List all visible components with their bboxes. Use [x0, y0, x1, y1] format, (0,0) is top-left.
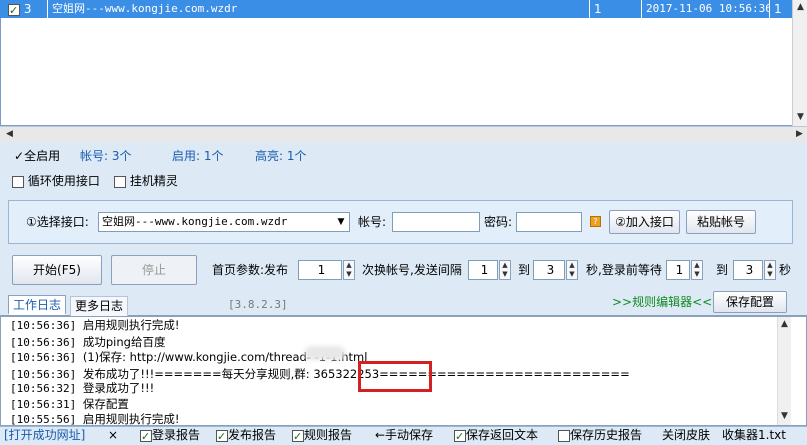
account-input[interactable] — [392, 212, 480, 232]
save-history-report-checkbox[interactable]: 保存历史报告 — [558, 427, 642, 444]
scroll-left-icon[interactable]: ◀ — [2, 129, 17, 139]
wait-from-input[interactable]: 1 — [666, 260, 690, 280]
paste-account-button[interactable]: 粘贴帐号 — [686, 210, 756, 234]
start-button[interactable]: 开始(F5) — [12, 255, 102, 285]
tab-work-log[interactable]: 工作日志 — [8, 295, 67, 315]
list-horizontal-scrollbar[interactable]: ◀ ▶ — [0, 126, 807, 142]
table-row[interactable]: 3 空姐网---www.kongjie.com.wzdr 1 2017-11-0… — [0, 0, 792, 18]
interval-to-stepper[interactable]: ▲ ▼ — [566, 260, 578, 280]
close-icon[interactable]: × — [108, 427, 118, 444]
publish-report-checkbox[interactable]: 发布报告 — [216, 427, 276, 445]
accounts-count: 帐号: 3个 — [80, 149, 132, 163]
log-line: [10:56:32] 登录成功了!!! — [10, 381, 155, 395]
row-name: 空姐网---www.kongjie.com.wzdr — [48, 0, 590, 18]
hang-elf-checkbox[interactable]: 挂机精灵 — [114, 172, 178, 190]
account-list[interactable] — [0, 0, 807, 126]
scroll-down-icon[interactable]: ▼ — [778, 411, 791, 421]
stop-button[interactable]: 停止 — [111, 255, 197, 285]
log-line: [10:56:36] 启用规则执行完成! — [10, 318, 180, 332]
interval-to-input[interactable]: 3 — [533, 260, 565, 280]
rules-report-checkbox[interactable]: 规则报告 — [292, 427, 352, 445]
rules-editor-link[interactable]: >>规则编辑器<< — [612, 294, 712, 310]
highlight-count: 高亮: 1个 — [255, 149, 307, 163]
login-wait-label: 秒,登录前等待 — [586, 263, 662, 277]
enable-all-link[interactable]: ✓全启用 — [14, 148, 60, 164]
select-interface-label: ①选择接口: — [26, 215, 89, 229]
loop-interface-checkbox[interactable]: 循环使用接口 — [12, 172, 100, 190]
row-time: 2017-11-06 10:56:36 — [642, 0, 770, 18]
scroll-up-icon[interactable]: ▲ — [793, 2, 807, 12]
password-label: 密码: — [484, 215, 513, 229]
seconds-label: 秒 — [779, 263, 792, 277]
row-num: 1 — [774, 2, 782, 16]
switch-account-label: 次换帐号,发送间隔 — [362, 263, 462, 277]
home-params-label: 首页参数:发布 — [212, 263, 289, 277]
save-config-button[interactable]: 保存配置 — [713, 291, 787, 313]
password-input[interactable] — [516, 212, 582, 232]
open-success-link[interactable]: [打开成功网址] — [4, 427, 85, 444]
save-return-text-checkbox[interactable]: 保存返回文本 — [454, 427, 538, 445]
tab-more-log[interactable]: 更多日志 — [70, 296, 129, 316]
row-count: 1 — [590, 0, 642, 18]
to-label-2: 到 — [716, 263, 729, 277]
close-skin-link[interactable]: 关闭皮肤 — [662, 427, 710, 444]
interval-from-input[interactable]: 1 — [468, 260, 498, 280]
manual-save-button[interactable]: ←手动保存 — [375, 427, 433, 444]
chevron-down-icon[interactable]: ▼ — [334, 213, 348, 231]
row-checkbox[interactable] — [8, 2, 20, 18]
list-vertical-scrollbar[interactable]: ▲ ▼ — [792, 0, 807, 126]
log-vertical-scrollbar[interactable]: ▲ ▼ — [777, 317, 791, 425]
account-label: 帐号: — [358, 215, 387, 229]
wait-to-input[interactable]: 3 — [733, 260, 763, 280]
add-interface-button[interactable]: ②加入接口 — [609, 210, 680, 234]
wait-to-stepper[interactable]: ▲ ▼ — [764, 260, 776, 280]
wait-from-stepper[interactable]: ▲ ▼ — [691, 260, 703, 280]
login-report-checkbox[interactable]: 登录报告 — [140, 427, 200, 445]
collector-file-link[interactable]: 收集器1.txt — [722, 427, 786, 444]
scroll-right-icon[interactable]: ▶ — [792, 129, 807, 139]
interface-select[interactable]: 空姐网---www.kongjie.com.wzdr — [98, 212, 350, 232]
key-icon[interactable]: ? — [590, 216, 601, 227]
redaction-blur — [305, 346, 345, 360]
publish-count-input[interactable]: 1 — [298, 260, 342, 280]
check-mark-icon: ✓ — [14, 149, 25, 163]
version-label: [3.8.2.3] — [228, 298, 288, 311]
scroll-down-icon[interactable]: ▼ — [793, 112, 807, 122]
highlight-box — [358, 361, 432, 392]
interval-from-stepper[interactable]: ▲ ▼ — [499, 260, 511, 280]
scroll-up-icon[interactable]: ▲ — [778, 319, 791, 329]
enabled-count: 启用: 1个 — [172, 149, 224, 163]
row-index: 3 — [23, 2, 32, 16]
to-label: 到 — [518, 263, 531, 277]
publish-stepper[interactable]: ▲ ▼ — [343, 260, 355, 280]
